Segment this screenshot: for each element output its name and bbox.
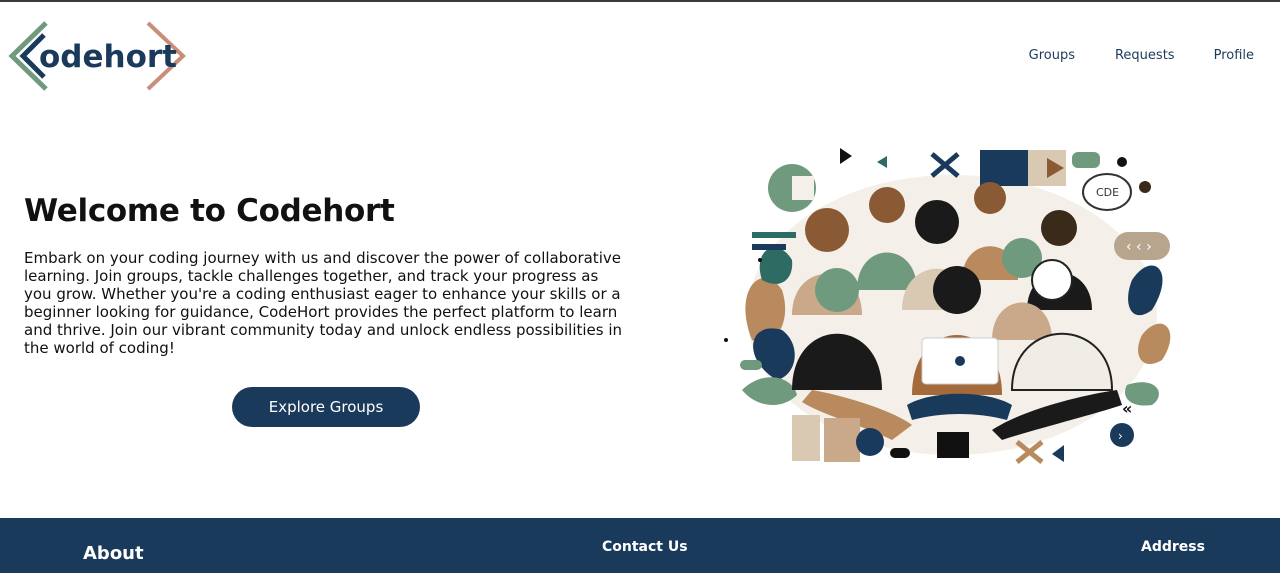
footer-about-heading: About — [83, 543, 144, 564]
footer-contact-heading: Contact Us — [602, 539, 688, 555]
svg-text:«: « — [1122, 399, 1132, 418]
logo-wordmark: odehort — [39, 39, 177, 75]
nav-requests-link[interactable]: Requests — [1115, 48, 1175, 63]
svg-text:‹ ‹ ›: ‹ ‹ › — [1126, 239, 1152, 255]
svg-text:›: › — [1118, 429, 1123, 443]
community-illustration: CDE ‹ ‹ › › « — [722, 140, 1182, 470]
illustration-badge-text: CDE — [1096, 186, 1119, 199]
nav-profile-link[interactable]: Profile — [1214, 48, 1254, 63]
main-nav: Groups Requests Profile — [1029, 48, 1254, 63]
codehort-logo[interactable]: odehort — [8, 19, 190, 93]
hero-description: Embark on your coding journey with us an… — [24, 249, 623, 357]
explore-groups-button[interactable]: Explore Groups — [232, 387, 420, 427]
site-footer: About Contact Us Address — [0, 518, 1280, 573]
nav-groups-link[interactable]: Groups — [1029, 48, 1075, 63]
site-header: odehort Groups Requests Profile — [0, 2, 1280, 110]
hero-title: Welcome to Codehort — [24, 193, 395, 229]
footer-address-heading: Address — [1141, 539, 1205, 555]
